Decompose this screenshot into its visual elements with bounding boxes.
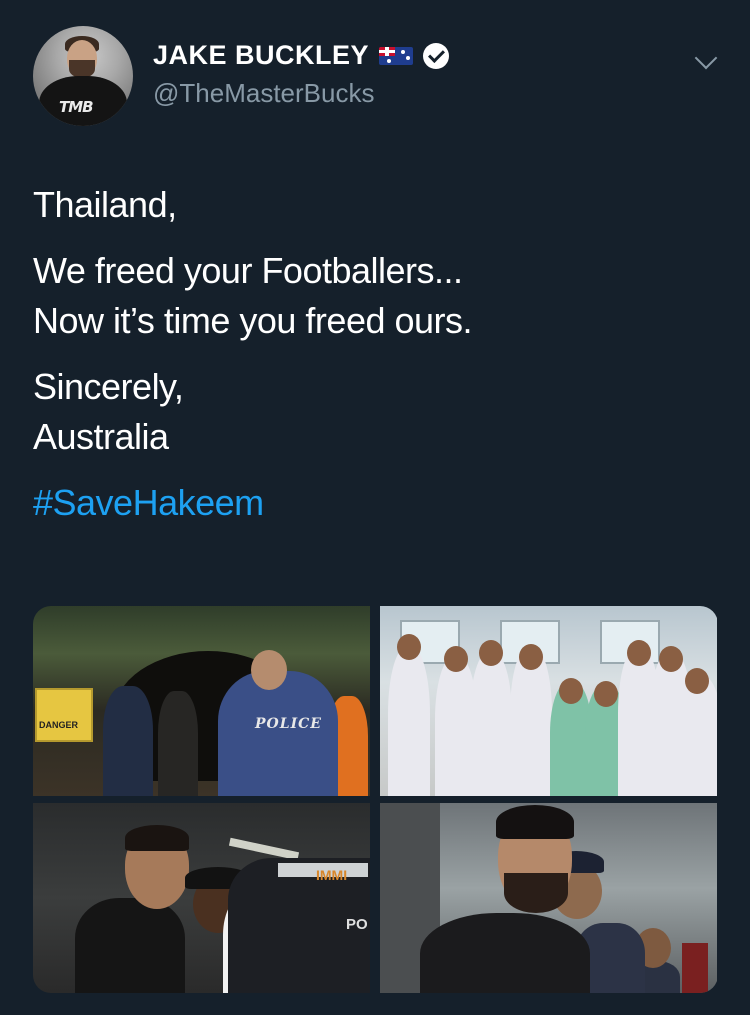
tweet-text: Thailand, We freed your Footballers... N… [33, 180, 717, 528]
verified-badge-icon [423, 42, 450, 69]
hashtag-link[interactable]: #SaveHakeem [33, 478, 717, 528]
author-handle[interactable]: @TheMasterBucks [153, 78, 374, 109]
media-image-hakeem-escorted[interactable] [380, 803, 717, 993]
media-image-hakeem-arrest[interactable]: IMMI PO [33, 803, 370, 993]
tweet-signoff: Sincerely, [33, 366, 184, 407]
media-image-cave-rescue[interactable]: DANGER POLICE [33, 606, 370, 796]
tweet-greeting: Thailand, [33, 184, 177, 225]
danger-sign: DANGER [35, 688, 93, 742]
immigration-vest-text: IMMI [316, 867, 348, 883]
tweet-header: TMB JAKE BUCKLEY @TheMasterBucks [33, 26, 730, 126]
media-image-hospital-boys[interactable] [380, 606, 717, 796]
chevron-down-icon[interactable] [694, 46, 718, 70]
author-display-name[interactable]: JAKE BUCKLEY [153, 40, 369, 71]
tweet-line-1: We freed your Footballers... [33, 250, 463, 291]
author-avatar[interactable]: TMB [33, 26, 133, 126]
police-vest-text: POLICE [255, 716, 322, 732]
tweet-signature: Australia [33, 416, 169, 457]
media-grid: DANGER POLICE IMMI PO [33, 606, 718, 993]
tweet-line-2: Now it’s time you freed ours. [33, 300, 473, 341]
author-name-line: JAKE BUCKLEY [153, 40, 450, 71]
australia-flag-icon [379, 46, 414, 65]
police-vest-text-2: PO [346, 916, 368, 933]
avatar-logo: TMB [59, 98, 94, 116]
